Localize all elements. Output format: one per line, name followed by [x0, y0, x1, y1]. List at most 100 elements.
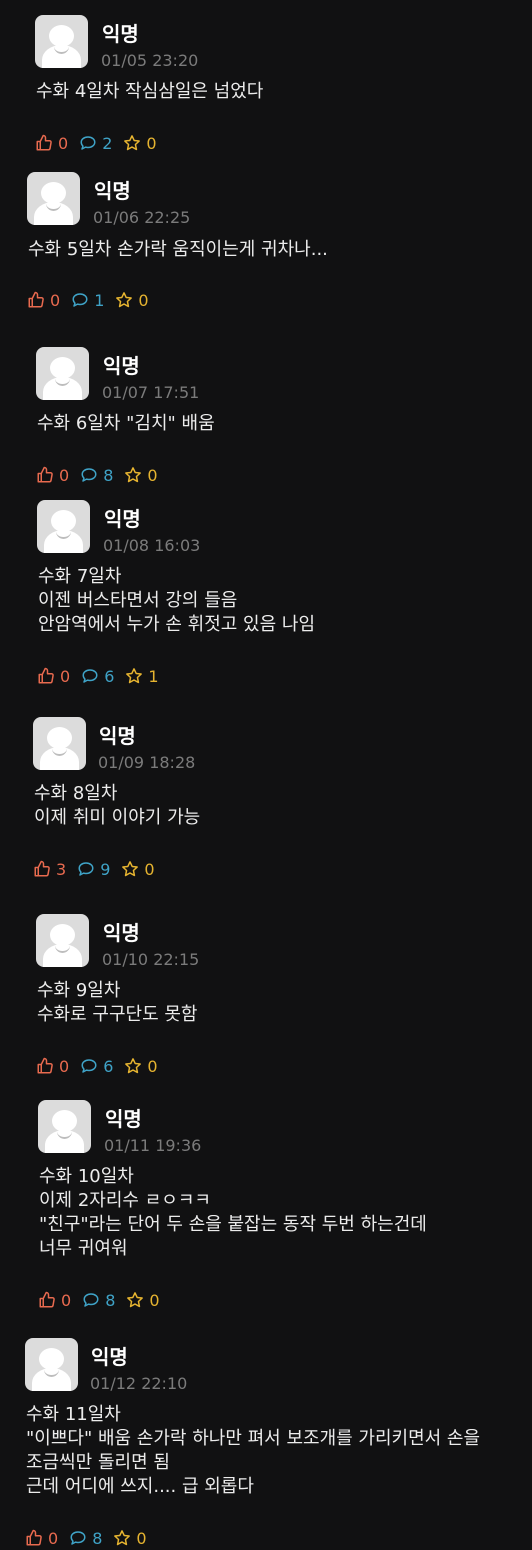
author-name: 익명: [99, 724, 136, 748]
star-count: 0: [149, 1290, 160, 1310]
thumbs-up-icon: [38, 667, 54, 684]
thumbs-up-icon: [37, 466, 53, 483]
star-count: 0: [147, 1056, 158, 1076]
star-icon: [122, 861, 139, 877]
scrap-button[interactable]: 0: [121, 859, 155, 879]
comment-button[interactable]: 9: [77, 860, 110, 879]
scrap-button[interactable]: 1: [125, 666, 159, 686]
post-text: 수화 4일차 작심삼일은 넘었다: [36, 81, 264, 102]
post-date: 01/11 19:36: [104, 1136, 202, 1155]
author-name: 익명: [103, 921, 140, 945]
comment-button[interactable]: 6: [80, 1057, 113, 1076]
author-name: 익명: [103, 354, 140, 378]
like-count: 0: [61, 1290, 72, 1310]
like-button[interactable]: 0: [25, 1529, 58, 1548]
post-date: 01/05 23:20: [101, 51, 199, 70]
avatar: [27, 172, 80, 225]
post-text: 수화 8일차 이제 취미 이야기 가능: [34, 783, 201, 828]
thumbs-up-icon: [39, 1291, 55, 1308]
scrap-button[interactable]: 0: [124, 466, 158, 485]
avatar: [36, 347, 89, 400]
star-count: 1: [148, 666, 159, 686]
thumbs-up-icon: [26, 1529, 42, 1546]
thumbs-up-icon: [28, 291, 44, 308]
scrap-button[interactable]: 0: [124, 1056, 158, 1076]
like-button[interactable]: 0: [35, 134, 68, 153]
scrap-button[interactable]: 0: [123, 133, 157, 153]
scrap-button[interactable]: 0: [113, 1528, 147, 1548]
like-count: 0: [50, 290, 61, 310]
post-actions: 0 1 0: [27, 290, 160, 310]
star-icon: [126, 668, 143, 684]
comment-icon: [83, 1293, 99, 1307]
comment-icon: [80, 136, 96, 150]
star-icon: [125, 1058, 142, 1074]
post-date: 01/09 18:28: [98, 753, 196, 772]
thumbs-up-icon: [34, 860, 50, 877]
post-date: 01/08 16:03: [103, 536, 201, 555]
scrap-button[interactable]: 0: [115, 291, 149, 310]
thumbs-up-icon: [37, 1057, 53, 1074]
scrap-button[interactable]: 0: [126, 1290, 160, 1310]
post-text: 수화 9일차 수화로 구구단도 못함: [37, 980, 198, 1025]
author-name: 익명: [104, 507, 141, 531]
like-button[interactable]: 0: [27, 291, 60, 310]
post-text: 수화 5일차 손가락 움직이는게 귀차나...: [28, 239, 328, 260]
thumbs-up-icon: [36, 134, 52, 151]
like-count: 0: [48, 1528, 59, 1548]
comment-button[interactable]: 1: [71, 291, 104, 310]
like-count: 0: [60, 666, 71, 686]
post-text: 수화 6일차 "김치" 배움: [37, 413, 215, 434]
comment-count: 8: [92, 1528, 103, 1548]
comment-button[interactable]: 6: [81, 667, 114, 686]
star-icon: [116, 292, 133, 308]
comment-button[interactable]: 8: [80, 466, 113, 485]
comment-count: 9: [100, 859, 111, 879]
post-date: 01/10 22:15: [102, 950, 200, 969]
author-name: 익명: [105, 1107, 142, 1131]
comment-count: 1: [94, 290, 105, 310]
post-actions: 0 6 0: [36, 1056, 169, 1076]
comment-icon: [78, 862, 94, 876]
comment-icon: [81, 468, 97, 482]
post-date: 01/12 22:10: [90, 1374, 188, 1393]
comment-count: 6: [103, 1056, 114, 1076]
like-button[interactable]: 0: [36, 1057, 69, 1076]
comment-button[interactable]: 2: [79, 134, 112, 153]
like-button[interactable]: 0: [38, 1291, 71, 1310]
post-actions: 0 8 0: [25, 1528, 158, 1548]
post-actions: 0 8 0: [38, 1290, 171, 1310]
post-actions: 0 8 0: [36, 465, 169, 485]
like-button[interactable]: 0: [37, 667, 70, 686]
like-count: 3: [56, 859, 67, 879]
star-count: 0: [136, 1528, 147, 1548]
post-text: 수화 10일차 이제 2자리수 ㄹㅇㅋㅋ "친구"라는 단어 두 손을 붙잡는 동작…: [39, 1166, 427, 1259]
post-text: 수화 7일차 이젠 버스타면서 강의 들음 안암역에서 누가 손 휘젓고 있음 나임: [38, 566, 316, 635]
comment-icon: [72, 293, 88, 307]
star-count: 0: [144, 859, 155, 879]
star-icon: [114, 1530, 131, 1546]
comment-count: 8: [105, 1290, 116, 1310]
avatar: [33, 717, 86, 770]
comment-count: 8: [103, 465, 114, 485]
star-icon: [124, 135, 141, 151]
like-button[interactable]: 3: [33, 860, 66, 879]
post-date: 01/06 22:25: [93, 208, 191, 227]
comment-button[interactable]: 8: [82, 1291, 115, 1310]
comment-icon: [82, 669, 98, 683]
avatar: [25, 1338, 78, 1391]
star-count: 0: [146, 133, 157, 153]
avatar: [36, 914, 89, 967]
post-actions: 0 2 0: [35, 133, 168, 153]
comment-count: 2: [102, 133, 113, 153]
star-icon: [127, 1292, 144, 1308]
like-button[interactable]: 0: [36, 466, 69, 485]
avatar: [37, 500, 90, 553]
comment-button[interactable]: 8: [69, 1529, 102, 1548]
avatar: [38, 1100, 91, 1153]
post-text: 수화 11일차 "이쁘다" 배움 손가락 하나만 펴서 보조개를 가리키면서 손을…: [26, 1404, 481, 1497]
like-count: 0: [59, 1056, 70, 1076]
post-actions: 3 9 0: [33, 859, 166, 879]
star-icon: [125, 467, 142, 483]
post-actions: 0 6 1: [37, 666, 170, 686]
